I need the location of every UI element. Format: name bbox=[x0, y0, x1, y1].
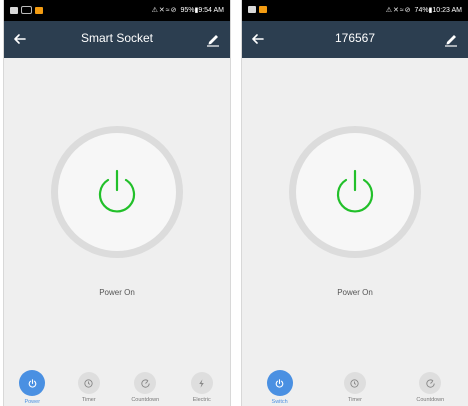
power-toggle-button[interactable] bbox=[51, 126, 183, 258]
nav-circle bbox=[266, 370, 293, 396]
nav-label: Countdown bbox=[416, 397, 445, 403]
app-notification-icon bbox=[259, 6, 267, 13]
status-time: 95%▮9:54 AM bbox=[180, 7, 224, 14]
nav-circle bbox=[77, 372, 100, 394]
nav-label: Countdown bbox=[131, 397, 160, 403]
nav-circle bbox=[190, 372, 213, 394]
nav-circle bbox=[343, 372, 366, 394]
lightning-icon bbox=[199, 378, 205, 388]
power-toggle-inner bbox=[58, 133, 176, 251]
power-icon bbox=[98, 169, 136, 213]
edit-pencil-icon[interactable] bbox=[442, 30, 460, 48]
power-icon bbox=[336, 169, 374, 213]
timer-icon bbox=[350, 378, 360, 388]
signal-wifi-icon: ⚠✕≈⊘ bbox=[385, 7, 412, 14]
back-arrow-icon[interactable] bbox=[10, 29, 30, 49]
gallery-notification-icon bbox=[248, 6, 256, 13]
phone-screen-smart-socket: ⚠✕≈⊘ 95%▮9:54 AM Smart Socket Power On P… bbox=[4, 0, 230, 406]
status-bar: ⚠✕≈⊘ 74%▮10:23 AM bbox=[242, 0, 468, 21]
nav-circle bbox=[419, 372, 442, 394]
nav-item-timer[interactable]: Timer bbox=[330, 366, 380, 403]
chat-notification-icon bbox=[21, 6, 32, 14]
power-icon bbox=[28, 378, 37, 388]
main-content: Power On bbox=[242, 58, 468, 366]
nav-item-timer[interactable]: Timer bbox=[64, 366, 114, 403]
page-title: 176567 bbox=[334, 31, 376, 45]
app-notification-icon bbox=[35, 6, 43, 14]
nav-item-electric[interactable]: Electric bbox=[177, 366, 227, 403]
nav-circle bbox=[19, 370, 46, 396]
power-status-text: Power On bbox=[99, 288, 135, 297]
signal-wifi-icon: ⚠✕≈⊘ bbox=[151, 7, 178, 14]
status-time: 74%▮10:23 AM bbox=[414, 7, 462, 14]
nav-item-power[interactable]: Power bbox=[7, 366, 57, 405]
app-bar: Smart Socket bbox=[4, 21, 230, 58]
nav-label: Power bbox=[24, 399, 41, 405]
page-title: Smart Socket bbox=[80, 31, 154, 45]
gallery-notification-icon bbox=[10, 6, 18, 14]
nav-item-countdown[interactable]: Countdown bbox=[120, 366, 170, 403]
edit-pencil-icon[interactable] bbox=[204, 30, 222, 48]
status-bar: ⚠✕≈⊘ 95%▮9:54 AM bbox=[4, 0, 230, 21]
main-content: Power On bbox=[4, 58, 230, 366]
nav-label: Timer bbox=[81, 397, 96, 403]
bottom-nav: Power Timer Countdown Electric bbox=[4, 366, 230, 406]
power-toggle-button[interactable] bbox=[289, 126, 421, 258]
back-arrow-icon[interactable] bbox=[248, 29, 268, 49]
power-status-text: Power On bbox=[337, 288, 373, 297]
phone-screen-176567: ⚠✕≈⊘ 74%▮10:23 AM 176567 Power On Switch… bbox=[242, 0, 468, 406]
bottom-nav: Switch Timer Countdown bbox=[242, 366, 468, 406]
nav-label: Timer bbox=[348, 397, 362, 403]
nav-label: Electric bbox=[192, 397, 211, 403]
countdown-icon bbox=[141, 378, 150, 388]
nav-label: Switch bbox=[271, 399, 288, 405]
power-toggle-inner bbox=[296, 133, 414, 251]
power-icon bbox=[275, 378, 284, 388]
app-bar: 176567 bbox=[242, 21, 468, 58]
nav-item-countdown[interactable]: Countdown bbox=[405, 366, 455, 403]
timer-icon bbox=[84, 378, 93, 388]
countdown-icon bbox=[426, 378, 435, 388]
nav-item-switch[interactable]: Switch bbox=[255, 366, 305, 405]
nav-circle bbox=[134, 372, 157, 394]
